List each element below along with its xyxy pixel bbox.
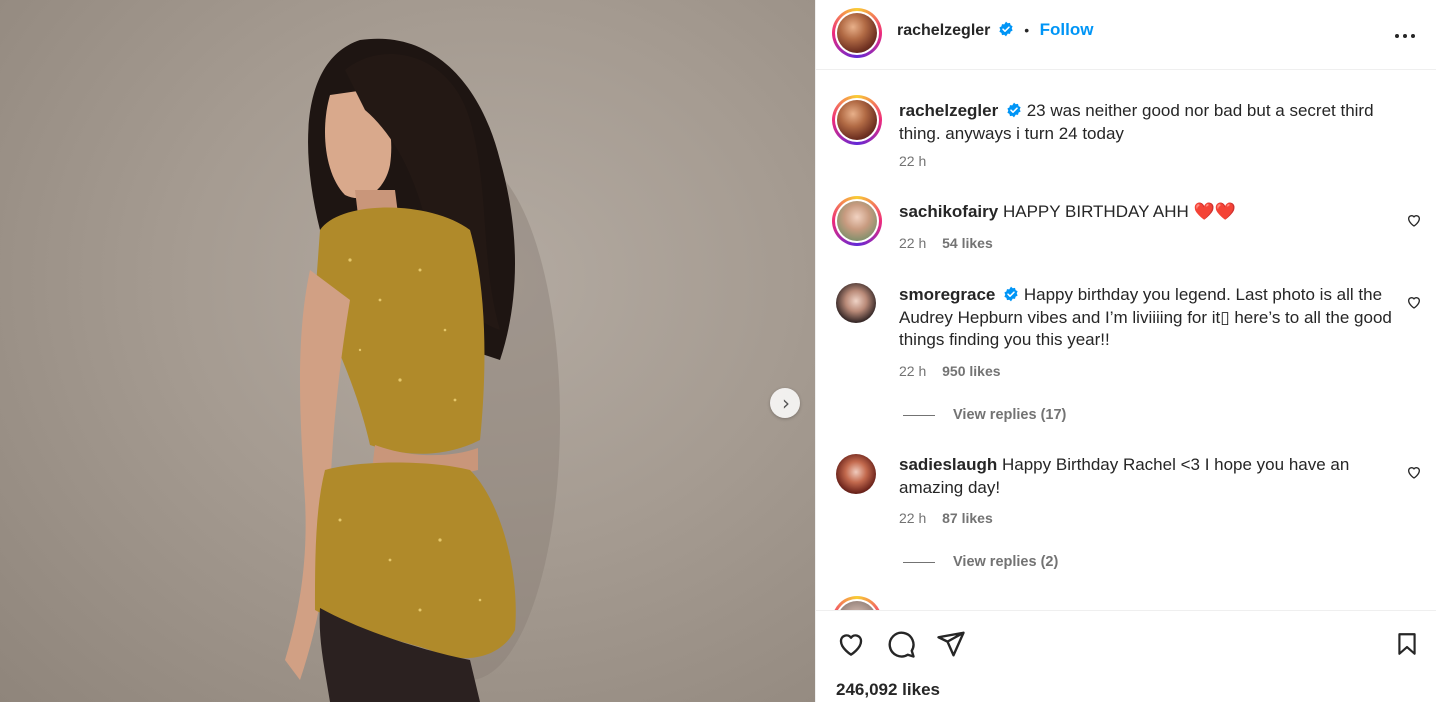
heart-icon[interactable] (1406, 464, 1422, 480)
caption-story-ring[interactable] (832, 95, 882, 145)
avatar[interactable] (836, 454, 876, 494)
header-user-row: rachelzegler • Follow (897, 20, 1093, 40)
caption: rachelzegler 23 was neither good nor bad… (899, 100, 1399, 145)
chevron-right-icon: › (782, 391, 790, 415)
author-username[interactable]: rachelzegler (897, 22, 990, 39)
separator-dot: • (1024, 22, 1030, 38)
verified-badge-icon (1004, 286, 1018, 302)
comment-story-ring[interactable] (832, 196, 882, 246)
comment-likes[interactable]: 87 likes (942, 510, 993, 526)
view-replies-button[interactable]: View replies (17) (903, 407, 1066, 423)
comment-text: HAPPY BIRTHDAY AHH ❤️❤️ (1002, 202, 1236, 221)
comment-likes[interactable]: 54 likes (942, 235, 993, 251)
verified-badge-icon (999, 21, 1013, 37)
instagram-post-modal: › rachelzegler • Follow rachelzegler 23 … (0, 0, 1436, 702)
paper-plane-icon[interactable] (936, 629, 966, 659)
verified-badge-icon (1007, 102, 1021, 118)
view-replies-button[interactable]: View replies (2) (903, 554, 1058, 570)
comment-likes[interactable]: 950 likes (942, 363, 1000, 379)
story-ring[interactable] (832, 8, 882, 58)
follow-button[interactable]: Follow (1040, 20, 1094, 39)
avatar (837, 13, 877, 53)
heart-icon[interactable] (1406, 294, 1422, 310)
comment-1: sachikofairy HAPPY BIRTHDAY AHH ❤️❤️ (899, 201, 1399, 224)
comment-time: 22 h (899, 235, 927, 251)
heart-icon[interactable] (836, 629, 866, 659)
more-options-button[interactable] (1393, 22, 1417, 46)
view-replies-label: View replies (2) (953, 554, 1059, 570)
comment-username[interactable]: smoregrace (899, 285, 995, 304)
view-replies-label: View replies (17) (953, 407, 1067, 423)
avatar (837, 100, 877, 140)
caption-username[interactable]: rachelzegler (899, 101, 998, 120)
likes-count[interactable]: 246,092 likes (836, 680, 940, 700)
comment-time: 22 h (899, 510, 927, 526)
post-header: rachelzegler • Follow (816, 0, 1436, 70)
bookmark-icon[interactable] (1394, 629, 1420, 659)
avatar (837, 201, 877, 241)
post-details-panel: rachelzegler • Follow rachelzegler 23 wa… (815, 0, 1436, 702)
comment-bubble-icon[interactable] (886, 629, 916, 659)
comment-username[interactable]: sadieslaugh (899, 455, 997, 474)
comment-3: sadieslaugh Happy Birthday Rachel <3 I h… (899, 454, 1389, 499)
comment-meta: 22 h 87 likes (899, 510, 993, 526)
heart-icon[interactable] (1406, 212, 1422, 228)
post-image[interactable]: › (0, 0, 815, 702)
comment-meta: 22 h 950 likes (899, 363, 1001, 379)
comment-username[interactable]: sachikofairy (899, 202, 998, 221)
comment-story-ring[interactable] (832, 596, 882, 610)
comment-2: smoregrace Happy birthday you legend. La… (899, 284, 1399, 352)
avatar[interactable] (836, 283, 876, 323)
photo-illustration (285, 38, 560, 702)
comments-list[interactable]: rachelzegler 23 was neither good nor bad… (816, 70, 1436, 610)
caption-time: 22 h (899, 153, 927, 169)
next-slide-button[interactable]: › (770, 388, 800, 418)
comment-time: 22 h (899, 363, 927, 379)
more-horizontal-icon (1393, 25, 1417, 43)
comment-meta: 22 h 54 likes (899, 235, 993, 251)
